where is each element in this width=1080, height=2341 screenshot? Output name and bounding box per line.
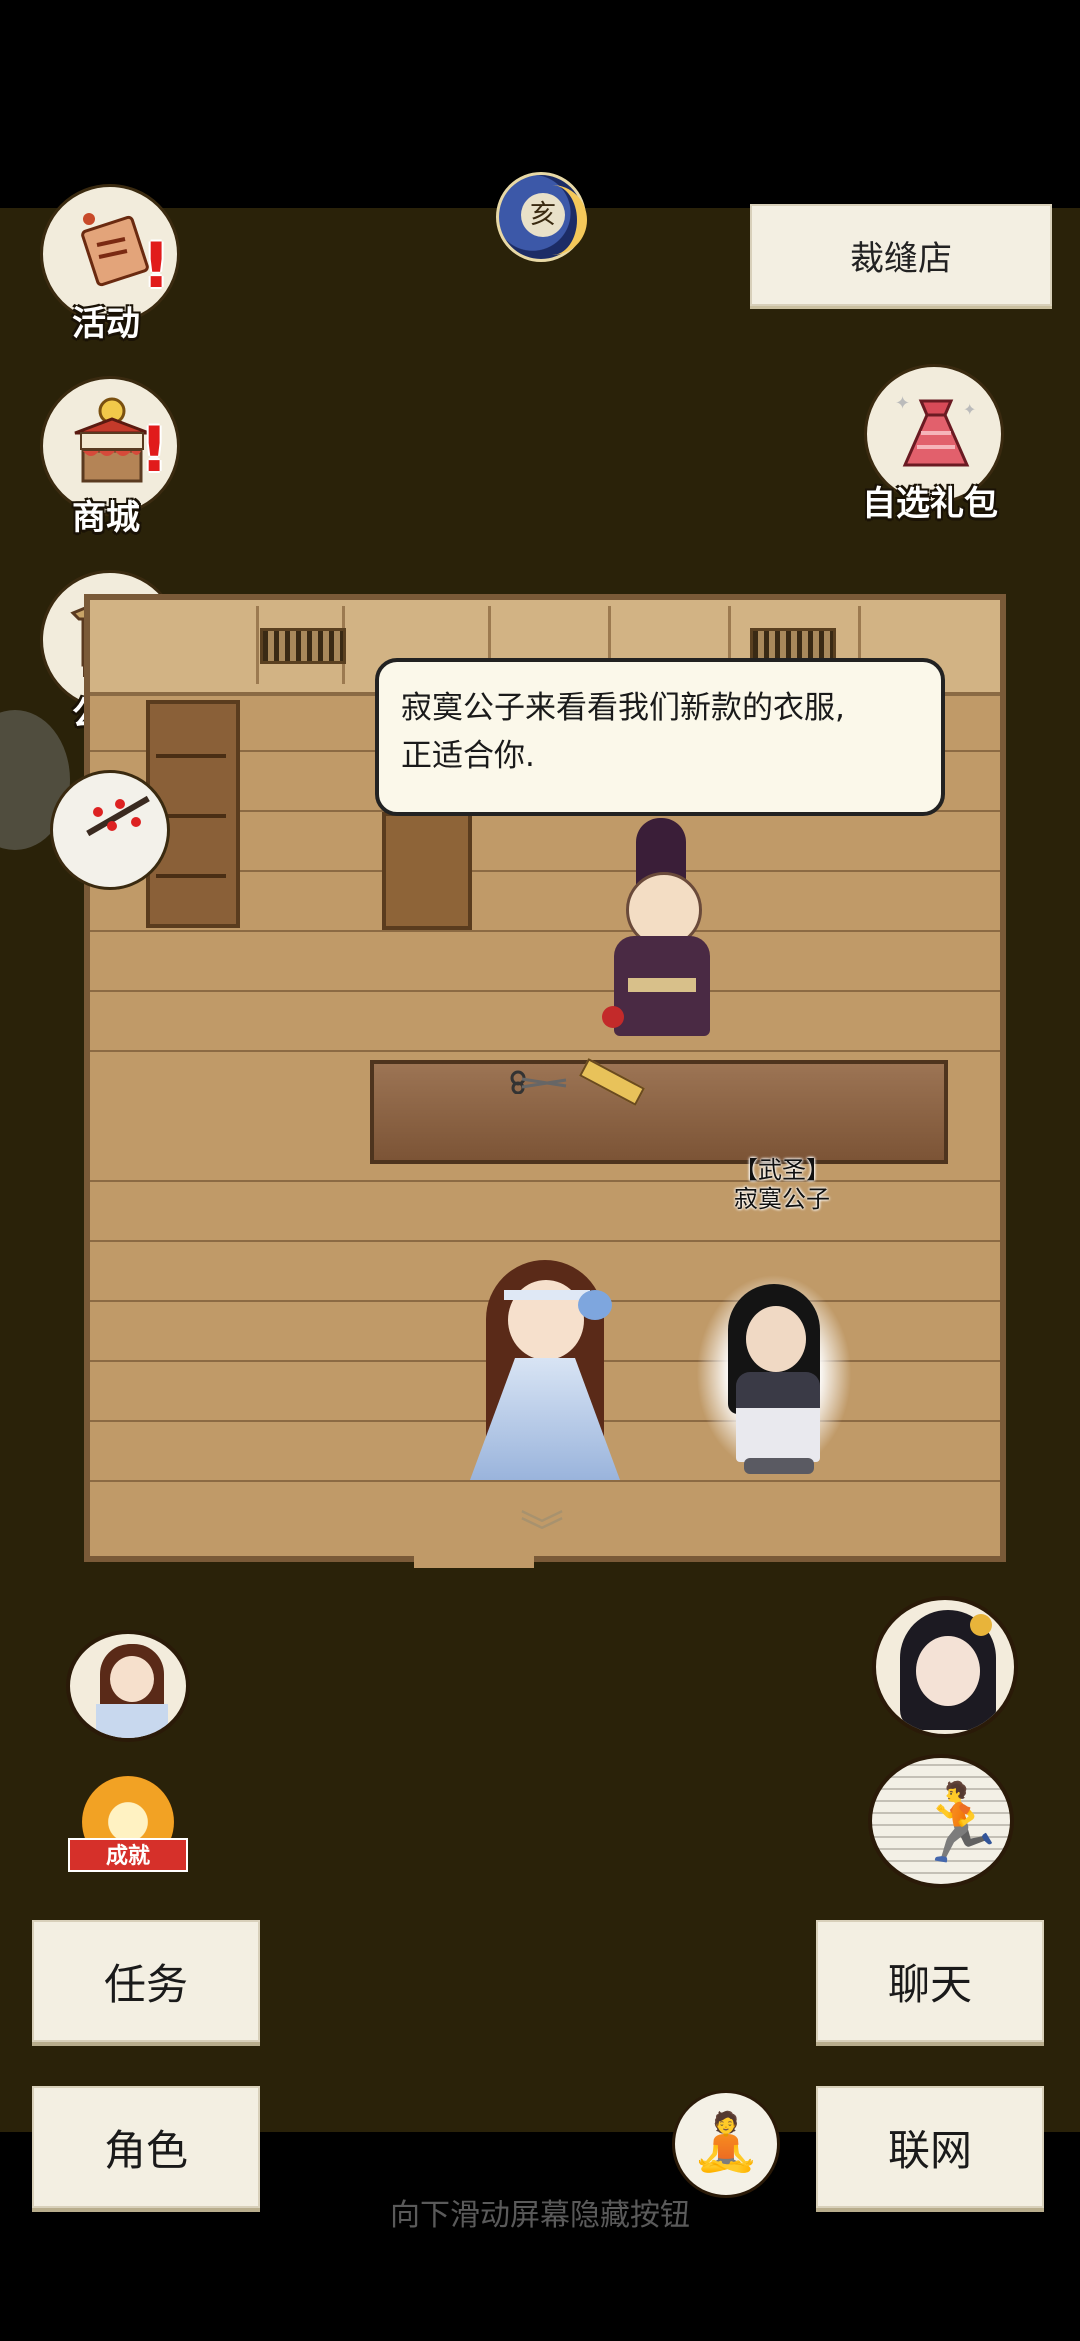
- location-plate: 裁缝店: [750, 204, 1052, 306]
- avatar-face: [916, 1636, 980, 1706]
- hide-buttons-hint: 向下滑动屏幕隐藏按钮: [390, 2198, 690, 2233]
- hair-ornament-icon: [970, 1614, 992, 1636]
- time-glyph: 亥: [521, 193, 565, 237]
- task-button[interactable]: 任务: [32, 1920, 260, 2042]
- yarn-ball-icon: [602, 1006, 624, 1028]
- running-person-icon: 🏃: [912, 1778, 1007, 1867]
- activity-alert-icon: !: [142, 229, 171, 302]
- time-of-day-icon[interactable]: 亥: [496, 172, 587, 262]
- companion-avatar-button[interactable]: [66, 1630, 190, 1742]
- achievement-label: 成就: [68, 1838, 188, 1872]
- player-boots: [744, 1458, 814, 1474]
- activity-label: 活动: [72, 304, 140, 344]
- floor-plank-line: [90, 1050, 1000, 1052]
- npc-belt: [628, 978, 696, 992]
- shelf-tier: [156, 874, 226, 878]
- wall-vent: [260, 628, 346, 664]
- dialogue-line-2: 正适合你.: [401, 738, 535, 774]
- player-character[interactable]: [696, 1244, 852, 1484]
- companion-character[interactable]: [470, 1246, 620, 1480]
- shop-label: 商城: [72, 498, 140, 538]
- scissors-icon: [510, 1070, 567, 1094]
- dialogue-bubble[interactable]: 寂寞公子来看看我们新款的衣服, 正适合你.: [375, 658, 945, 816]
- floor-plank-line: [90, 990, 1000, 992]
- companion-headband: [504, 1290, 590, 1300]
- shop-alert-icon: !: [140, 413, 169, 486]
- companion-bow: [578, 1290, 612, 1320]
- blossom-icon: [107, 821, 117, 831]
- blossom-icon: [115, 799, 125, 809]
- tailor-npc[interactable]: [584, 818, 744, 1038]
- player-outfit: [736, 1372, 820, 1462]
- achievement-button[interactable]: 成就: [64, 1768, 192, 1878]
- partner-avatar-button[interactable]: [872, 1596, 1018, 1738]
- blossom-icon: [93, 807, 103, 817]
- floor-plank-line: [90, 1480, 1000, 1482]
- floor-plank-line: [90, 1180, 1000, 1182]
- player-face: [746, 1306, 806, 1372]
- svg-text:✦: ✦: [963, 400, 976, 419]
- wooden-stand: [382, 812, 472, 930]
- floor-plank-line: [90, 930, 1000, 932]
- gift-bag-icon: ✦ ✦: [895, 393, 976, 467]
- player-title: 【武圣】: [734, 1156, 830, 1184]
- chat-button[interactable]: 聊天: [816, 1920, 1044, 2042]
- wall-panel: [90, 606, 259, 684]
- dialogue-line-1: 寂寞公子来看看我们新款的衣服,: [401, 690, 845, 726]
- blossom-icon: [131, 817, 141, 827]
- plum-blossom-button[interactable]: [50, 770, 170, 890]
- svg-text:✦: ✦: [895, 393, 910, 414]
- gift-pack-label: 自选礼包: [862, 484, 998, 524]
- shop-counter: [370, 1060, 948, 1164]
- meditation-button[interactable]: 🧘: [672, 2090, 780, 2198]
- auto-run-button[interactable]: 🏃: [868, 1754, 1014, 1888]
- floor-plank-line: [90, 1240, 1000, 1242]
- exit-chevron-icon[interactable]: ︾: [502, 1508, 582, 1558]
- shelf-tier: [156, 754, 226, 758]
- avatar-robe: [96, 1704, 168, 1738]
- player-nameplate: 【武圣】 寂寞公子: [724, 1156, 840, 1214]
- meditating-person-icon: 🧘: [691, 2110, 761, 2175]
- player-name: 寂寞公子: [734, 1185, 830, 1213]
- avatar-face: [110, 1656, 154, 1702]
